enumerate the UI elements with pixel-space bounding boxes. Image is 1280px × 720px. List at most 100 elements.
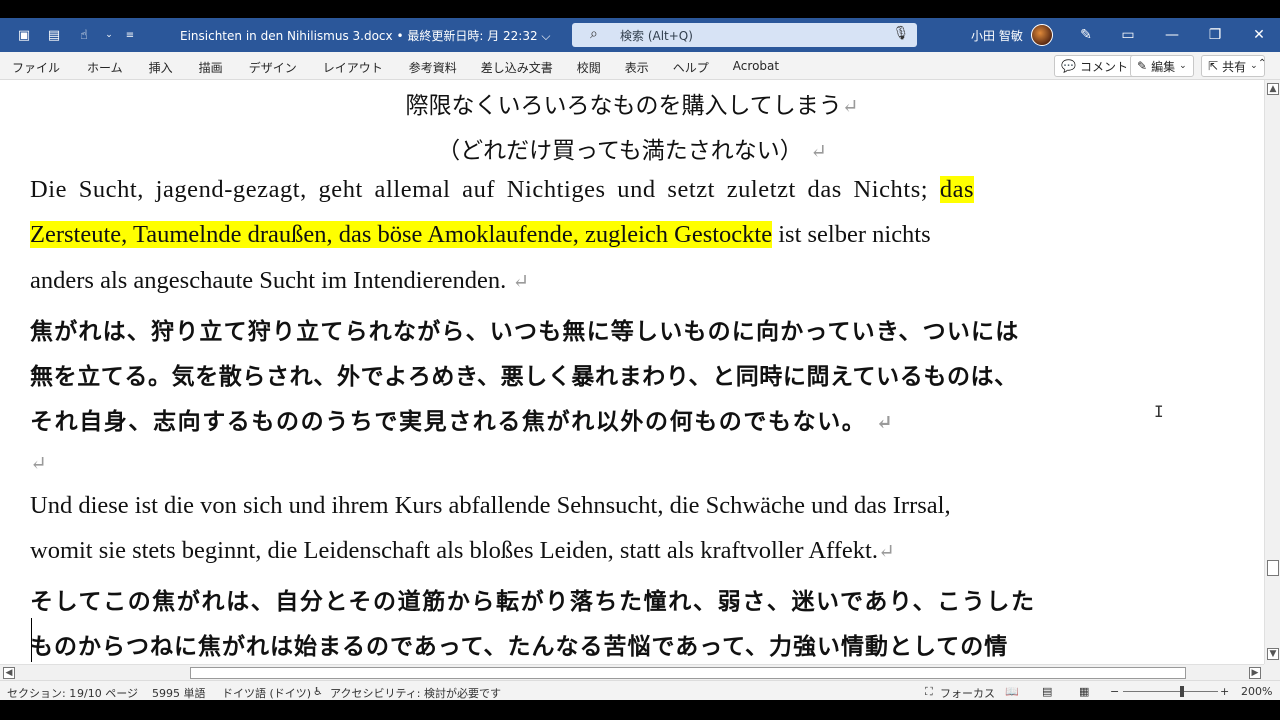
text-line: Und diese ist die von sich und ihrem Kur… [30, 492, 951, 520]
text-line: 焦がれは、狩り立て狩り立てられながら、いつも無に等しいものに向かっていき、ついに… [30, 312, 1019, 346]
focus-label[interactable]: フォーカス [940, 685, 995, 701]
tab-mailings[interactable]: 差し込み文書 [481, 59, 553, 76]
pencil-icon: ✎ [1137, 59, 1148, 73]
vertical-scroll-thumb[interactable] [1267, 560, 1279, 576]
chevron-down-icon: ⌄ [1179, 61, 1187, 71]
zoom-slider[interactable] [1123, 691, 1218, 692]
text-run: それ自身、志向するもののうちで実見される焦がれ以外の何ものでもない。 [30, 408, 867, 435]
microphone-icon[interactable]: 🎙 [892, 26, 909, 41]
text-line: womit sie stets beginnt, die Leidenschaf… [30, 537, 895, 565]
read-mode-icon[interactable]: 📖 [1005, 685, 1019, 698]
text-run: womit sie stets beginnt, die Leidenschaf… [30, 537, 878, 564]
text-run: anders als angeschaute Sucht im Intendie… [30, 267, 507, 294]
tab-review[interactable]: 校閲 [577, 59, 601, 76]
tab-references[interactable]: 参考資料 [409, 59, 457, 76]
language-indicator[interactable]: ドイツ語 (ドイツ) [222, 685, 311, 701]
comment-button[interactable]: 💬 コメント [1054, 55, 1135, 77]
text-line: （どれだけ買っても満たされない） ↵ [0, 131, 1264, 165]
autosave-icon[interactable]: ▣ [14, 25, 34, 45]
share-icon: ⇱ [1208, 59, 1219, 73]
title-bar: ▣ ▤ ☝ ⌄ ≡ Einsichten in den Nihilismus 3… [0, 18, 1280, 52]
zoom-slider-knob[interactable] [1180, 686, 1184, 697]
highlighted-text: Zersteute, Taumelnde draußen, das böse A… [30, 221, 773, 248]
highlighted-text: das [939, 176, 975, 203]
text-line: ものからつねに焦がれは始まるのであって、たんなる苦悩であって、力強い情動としての… [30, 627, 1008, 661]
tab-home[interactable]: ホーム [87, 59, 123, 76]
horizontal-scroll-thumb[interactable] [190, 667, 1186, 679]
chevron-down-icon: ⌄ [1250, 61, 1258, 71]
tab-file[interactable]: ファイル [12, 59, 60, 76]
edit-label: 編集 [1151, 59, 1176, 74]
scrollbar-corner [1264, 664, 1280, 680]
tab-design[interactable]: デザイン [249, 59, 297, 76]
share-button[interactable]: ⇱ 共有 ⌄ [1201, 55, 1265, 77]
customize-toolbar-icon[interactable]: ≡ [124, 25, 136, 45]
zoom-level[interactable]: 200% [1241, 685, 1272, 698]
text-run: ist selber nichts [772, 221, 931, 248]
document-title[interactable]: Einsichten in den Nihilismus 3.docx • 最終… [180, 27, 551, 44]
scroll-down-icon[interactable]: ▼ [1267, 648, 1279, 660]
screen-bottom-border [0, 700, 1280, 720]
tab-layout[interactable]: レイアウト [323, 59, 383, 76]
accessibility-status[interactable]: アクセシビリティ: 検討が必要です [330, 685, 501, 701]
tab-help[interactable]: ヘルプ [673, 59, 709, 76]
comment-icon: 💬 [1061, 59, 1076, 73]
text-line: Die Sucht, jagend-gezagt, geht allemal a… [30, 176, 975, 204]
print-layout-icon[interactable]: ▤ [1042, 685, 1052, 698]
focus-icon[interactable]: ⛶ [925, 685, 933, 699]
tab-draw[interactable]: 描画 [199, 59, 223, 76]
zoom-in-icon[interactable]: + [1220, 685, 1229, 698]
text-run: 無を立てる。気を散らされ、外でよろめき、悪しく暴れまわり、と同時に閊えているもの… [30, 363, 1018, 390]
web-layout-icon[interactable]: ▦ [1079, 685, 1089, 698]
search-placeholder: 検索 (Alt+Q) [620, 29, 693, 43]
scroll-left-icon[interactable]: ◀ [3, 667, 15, 679]
user-name[interactable]: 小田 智敏 [971, 27, 1023, 44]
edit-mode-button[interactable]: ✎ 編集 ⌄ [1130, 55, 1194, 77]
pen-icon[interactable]: ✎ [1076, 25, 1096, 45]
tab-acrobat[interactable]: Acrobat [733, 59, 779, 76]
empty-paragraph: ↵ [30, 448, 47, 476]
search-icon: ⌕ [590, 26, 598, 42]
chevron-down-icon[interactable]: ⌄ [104, 25, 114, 45]
scroll-right-icon[interactable]: ▶ [1249, 667, 1261, 679]
text-run: そしてこの焦がれは、自分とその道筋から転がり落ちた憧れ、弱さ、迷いであり、こうし… [30, 588, 1036, 615]
page-indicator[interactable]: 9/10 ページ [77, 685, 138, 701]
avatar[interactable] [1031, 24, 1053, 46]
comment-label: コメント [1079, 59, 1128, 74]
accessibility-icon[interactable]: ♿ [313, 685, 323, 698]
text-cursor [31, 618, 32, 662]
restore-icon[interactable]: ❐ [1205, 25, 1225, 45]
vertical-scrollbar[interactable]: ▲ ▼ [1264, 80, 1280, 664]
touch-mode-icon[interactable]: ☝ [74, 25, 94, 45]
section-indicator[interactable]: セクション: 1 [7, 685, 76, 701]
text-line: anders als angeschaute Sucht im Intendie… [30, 267, 529, 295]
word-count[interactable]: 5995 単語 [152, 685, 206, 701]
text-line: そしてこの焦がれは、自分とその道筋から転がり落ちた憧れ、弱さ、迷いであり、こうし… [30, 582, 1036, 616]
document-canvas[interactable]: 際限なくいろいろなものを購入してしまう↵ （どれだけ買っても満たされない） ↵ … [0, 80, 1264, 664]
ibeam-cursor-icon: I [1154, 402, 1164, 421]
status-bar: セクション: 1 9/10 ページ 5995 単語 ドイツ語 (ドイツ) ♿ ア… [0, 680, 1280, 700]
text-run: ものからつねに焦がれは始まるのであって、たんなる苦悩であって、力強い情動としての… [30, 633, 1009, 660]
paragraph-mark-icon: ↵ [810, 139, 827, 163]
text-run: （どれだけ買っても満たされない） [437, 138, 803, 164]
tab-view[interactable]: 表示 [625, 59, 649, 76]
search-box[interactable]: ⌕ 検索 (Alt+Q) 🎙 [572, 23, 917, 47]
paragraph-mark-icon: ↵ [841, 94, 859, 118]
paragraph-mark-icon: ↵ [512, 271, 530, 293]
share-label: 共有 [1222, 59, 1247, 74]
save-icon[interactable]: ▤ [44, 25, 64, 45]
ribbon-collapse-icon[interactable]: ⌃ [1258, 58, 1266, 69]
screen-top-border [0, 0, 1280, 18]
text-run: Die Sucht, jagend-gezagt, geht allemal a… [30, 176, 940, 203]
close-icon[interactable]: ✕ [1249, 25, 1269, 45]
zoom-out-icon[interactable]: − [1110, 685, 1119, 698]
quick-access-toolbar: ▣ ▤ ☝ ⌄ ≡ [14, 25, 136, 45]
minimize-icon[interactable]: — [1162, 25, 1182, 45]
ribbon-tabs: ファイル ホーム 挿入 描画 デザイン レイアウト 参考資料 差し込み文書 校閲… [0, 52, 1280, 80]
paragraph-mark-icon: ↵ [876, 410, 893, 434]
scroll-up-icon[interactable]: ▲ [1267, 83, 1279, 95]
horizontal-scrollbar[interactable]: ◀ ▶ [0, 664, 1264, 680]
tab-insert[interactable]: 挿入 [149, 59, 173, 76]
text-line: 無を立てる。気を散らされ、外でよろめき、悪しく暴れまわり、と同時に閊えているもの… [30, 357, 1018, 391]
ribbon-display-icon[interactable]: ▭ [1118, 25, 1138, 45]
